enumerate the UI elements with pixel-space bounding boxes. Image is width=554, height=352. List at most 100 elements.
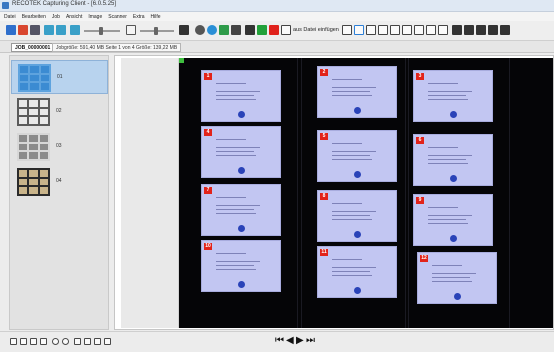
crop-icon[interactable] — [179, 25, 189, 35]
card-text-line — [332, 203, 362, 204]
properties-icon[interactable] — [104, 338, 111, 345]
index-card[interactable]: 12 — [417, 252, 497, 304]
zoom-out-icon[interactable] — [62, 338, 69, 345]
mark-icon[interactable] — [438, 25, 448, 35]
view-double-icon[interactable] — [20, 338, 27, 345]
fit-icon[interactable] — [378, 25, 388, 35]
card-stamp-dot — [238, 111, 245, 118]
settings-icon[interactable] — [195, 25, 205, 35]
card-stamp-dot — [238, 167, 245, 174]
split-right-icon[interactable] — [56, 25, 66, 35]
frame-icon[interactable] — [366, 25, 376, 35]
delete-icon[interactable] — [269, 25, 279, 35]
menu-help[interactable]: Hilfe — [151, 14, 161, 20]
save-as-icon[interactable] — [500, 25, 510, 35]
print-icon[interactable] — [464, 25, 474, 35]
print-all-icon[interactable] — [476, 25, 486, 35]
index-card[interactable]: 9 — [413, 194, 493, 246]
card-number-tag: 4 — [204, 129, 212, 136]
refresh-icon[interactable] — [219, 25, 229, 35]
index-card[interactable]: 4 — [201, 126, 281, 178]
page-icon[interactable] — [342, 25, 352, 35]
copy-icon[interactable] — [402, 25, 412, 35]
index-card[interactable]: 5 — [317, 130, 397, 182]
insert-from-file-button[interactable]: aus Datei einfügen — [293, 27, 339, 33]
thumbnail-image — [17, 98, 50, 126]
rotate-icon[interactable] — [70, 25, 80, 35]
contrast-icon[interactable] — [126, 25, 136, 35]
zoom-icon[interactable] — [390, 25, 400, 35]
card-text-line — [428, 155, 472, 156]
card-number-tag: 10 — [204, 243, 212, 250]
app-icon — [2, 2, 9, 9]
scan-image[interactable]: 1 2 3 4 5 6 7 8 9 10 11 12 — [179, 58, 553, 328]
zoom-in-icon[interactable] — [52, 338, 59, 345]
index-card[interactable]: 3 — [413, 70, 493, 122]
next-page-icon[interactable]: ▶ — [296, 336, 304, 346]
card-text-line — [332, 91, 370, 92]
card-number-tag: 1 — [204, 73, 212, 80]
scan-icon[interactable] — [6, 25, 16, 35]
job-tab[interactable]: JOB_00000001 — [11, 43, 55, 52]
menu-extra[interactable]: Extra — [133, 14, 145, 20]
new-page-icon[interactable] — [281, 25, 291, 35]
thumbnail-item[interactable]: 01 — [11, 60, 108, 94]
card-text-line — [216, 205, 260, 206]
split-left-icon[interactable] — [44, 25, 54, 35]
menu-scanner[interactable]: Scanner — [108, 14, 127, 20]
fit-page-icon[interactable] — [84, 338, 91, 345]
color-mode-icon[interactable] — [18, 25, 28, 35]
card-text-line — [216, 147, 260, 148]
menu-job[interactable]: Job — [52, 14, 60, 20]
view-single-icon[interactable] — [10, 338, 17, 345]
index-card[interactable]: 7 — [201, 184, 281, 236]
menu-view[interactable]: Ansicht — [66, 14, 82, 20]
view-list-icon[interactable] — [40, 338, 47, 345]
mail-icon[interactable] — [452, 25, 462, 35]
image-viewer[interactable]: 1 2 3 4 5 6 7 8 9 10 11 12 — [114, 55, 554, 330]
job-info-label: Jobgröße: 591,40 MB Seite 1 von 4 Größe:… — [52, 43, 182, 52]
view-grid-icon[interactable] — [30, 338, 37, 345]
scan-streak — [408, 58, 409, 328]
menu-file[interactable]: Datei — [4, 14, 16, 20]
card-text-line — [332, 87, 376, 88]
card-text-line — [216, 99, 256, 100]
fit-width-icon[interactable] — [74, 338, 81, 345]
index-card[interactable]: 11 — [317, 246, 397, 298]
export-icon[interactable] — [231, 25, 241, 35]
brightness-slider-knob[interactable] — [99, 27, 103, 35]
toolbar: aus Datei einfügen — [0, 21, 554, 41]
index-card[interactable]: 2 — [317, 66, 397, 118]
layout-icon[interactable] — [30, 25, 40, 35]
swap-icon[interactable] — [245, 25, 255, 35]
card-stamp-dot — [354, 107, 361, 114]
prev-page-icon[interactable]: ◀ — [286, 336, 294, 346]
select-icon[interactable] — [426, 25, 436, 35]
menu-edit[interactable]: Bearbeiten — [22, 14, 46, 20]
thumbnail-item[interactable]: 03 — [11, 130, 108, 164]
card-number-tag: 6 — [416, 137, 424, 144]
card-stamp-dot — [354, 231, 361, 238]
menu-image[interactable]: Image — [88, 14, 102, 20]
last-page-icon[interactable]: ⏭ — [306, 336, 315, 346]
thumbnail-number: 01 — [57, 74, 63, 80]
index-card[interactable]: 1 — [201, 70, 281, 122]
scan-streak — [301, 58, 302, 328]
first-page-icon[interactable]: ⏮ — [275, 336, 284, 346]
save-icon[interactable] — [488, 25, 498, 35]
contrast-slider-knob[interactable] — [154, 27, 158, 35]
thumbnail-item[interactable]: 02 — [11, 95, 108, 129]
actual-size-icon[interactable] — [94, 338, 101, 345]
paste-icon[interactable] — [414, 25, 424, 35]
check-icon[interactable] — [257, 25, 267, 35]
grid-icon[interactable] — [354, 25, 364, 35]
card-text-line — [216, 91, 260, 92]
card-text-line — [428, 99, 468, 100]
thumbnail-item[interactable]: 04 — [11, 165, 108, 199]
index-card[interactable]: 8 — [317, 190, 397, 242]
index-card[interactable]: 6 — [413, 134, 493, 186]
index-card[interactable]: 10 — [201, 240, 281, 292]
card-number-tag: 12 — [420, 255, 428, 262]
card-text-line — [332, 143, 362, 144]
info-icon[interactable] — [207, 25, 217, 35]
